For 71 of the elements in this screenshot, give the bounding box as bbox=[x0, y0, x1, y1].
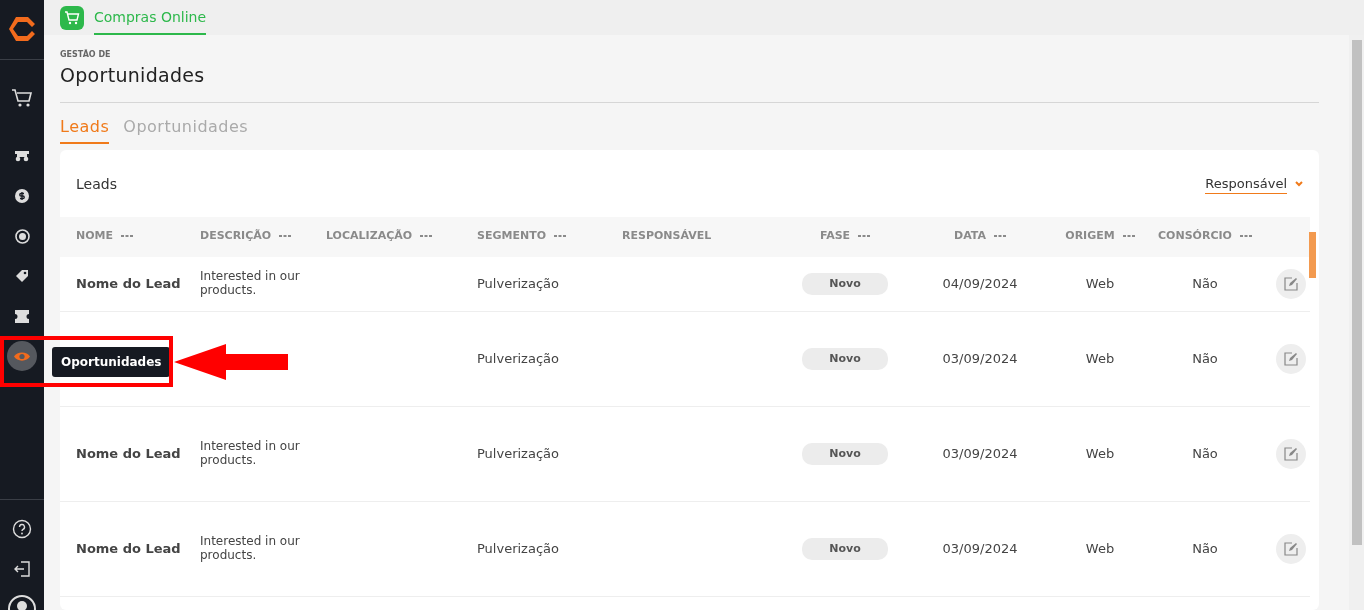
consorcio-label: Não bbox=[1192, 541, 1218, 557]
edit-icon bbox=[1284, 447, 1298, 461]
origin-label: Web bbox=[1085, 351, 1115, 367]
more-icon[interactable] bbox=[858, 235, 871, 238]
column-header: DATA bbox=[954, 228, 986, 245]
column-header: CONSÓRCIO bbox=[1158, 228, 1232, 245]
app-tab[interactable]: Compras Online bbox=[60, 0, 207, 35]
tag-icon bbox=[15, 269, 29, 283]
responsavel-filter[interactable]: Responsável bbox=[1205, 173, 1287, 195]
phase-badge: Novo bbox=[802, 272, 888, 295]
card-title: Leads bbox=[76, 174, 117, 194]
edit-button[interactable] bbox=[1276, 344, 1306, 374]
more-icon[interactable] bbox=[1239, 235, 1252, 238]
tab[interactable]: Oportunidades bbox=[123, 114, 249, 144]
more-icon[interactable] bbox=[554, 235, 566, 238]
date: 03/09/2024 bbox=[942, 446, 1018, 462]
ticket-icon bbox=[15, 309, 29, 323]
consorcio-label: Não bbox=[1192, 446, 1218, 462]
date: 03/09/2024 bbox=[942, 351, 1018, 367]
more-icon[interactable] bbox=[993, 235, 1006, 238]
edit-icon bbox=[1284, 352, 1298, 366]
edit-button[interactable] bbox=[1276, 268, 1306, 299]
cart-icon bbox=[11, 88, 33, 108]
lead-description: Interested in our products. bbox=[200, 440, 301, 468]
column-header: RESPONSÁVEL bbox=[622, 228, 712, 245]
edit-icon bbox=[1284, 542, 1298, 556]
lead-description: Interested in our products. bbox=[200, 269, 301, 298]
consorcio-label: Não bbox=[1192, 351, 1218, 367]
segment-label: Pulverização bbox=[477, 446, 559, 462]
phase-badge: Novo bbox=[802, 442, 888, 466]
column-header: SEGMENTO bbox=[477, 228, 546, 245]
eye-icon bbox=[14, 350, 30, 362]
phase-badge: Novo bbox=[802, 347, 888, 371]
page-title: Oportunidades bbox=[60, 63, 206, 88]
segment-label: Pulverização bbox=[477, 541, 559, 557]
more-icon[interactable] bbox=[279, 235, 292, 238]
segment-label: Pulverização bbox=[477, 276, 559, 291]
origin-label: Web bbox=[1085, 446, 1115, 462]
lead-description: Interested in our products. bbox=[200, 535, 301, 563]
edit-button[interactable] bbox=[1276, 439, 1306, 469]
column-header: ORIGEM bbox=[1065, 228, 1115, 245]
phase-badge: Novo bbox=[802, 537, 888, 561]
more-icon[interactable] bbox=[1122, 235, 1135, 238]
column-header: FASE bbox=[819, 228, 851, 245]
segment-label: Pulverização bbox=[477, 351, 559, 367]
chevron-down-icon bbox=[1295, 181, 1303, 187]
eye-nav-item[interactable] bbox=[7, 341, 37, 371]
dollar-icon bbox=[15, 189, 29, 203]
lead-name: Nome do Lead bbox=[76, 541, 181, 557]
column-header: DESCRIÇÃO bbox=[200, 228, 272, 245]
column-header: NOME bbox=[76, 228, 114, 245]
column-header: LOCALIZAÇÃO bbox=[326, 228, 413, 245]
date: 04/09/2024 bbox=[942, 276, 1018, 291]
date: 03/09/2024 bbox=[942, 541, 1018, 557]
scrollbar[interactable] bbox=[1349, 35, 1364, 610]
vehicle-icon bbox=[14, 150, 30, 162]
edit-button[interactable] bbox=[1276, 534, 1306, 564]
page-eyebrow: GESTÃO DE bbox=[60, 49, 112, 61]
more-icon[interactable] bbox=[121, 235, 134, 238]
logo-icon bbox=[8, 15, 36, 43]
consorcio-label: Não bbox=[1192, 276, 1218, 291]
coin-icon bbox=[14, 228, 30, 244]
origin-label: Web bbox=[1085, 541, 1115, 557]
origin-label: Web bbox=[1085, 276, 1115, 291]
cart-icon bbox=[64, 10, 80, 25]
more-icon[interactable] bbox=[420, 235, 433, 238]
tooltip: Oportunidades bbox=[52, 347, 171, 377]
lead-name: Nome do Lead bbox=[76, 446, 181, 462]
tab[interactable]: Leads bbox=[60, 114, 110, 144]
lead-name: Nome do Lead bbox=[76, 276, 181, 291]
edit-icon bbox=[1284, 276, 1298, 291]
